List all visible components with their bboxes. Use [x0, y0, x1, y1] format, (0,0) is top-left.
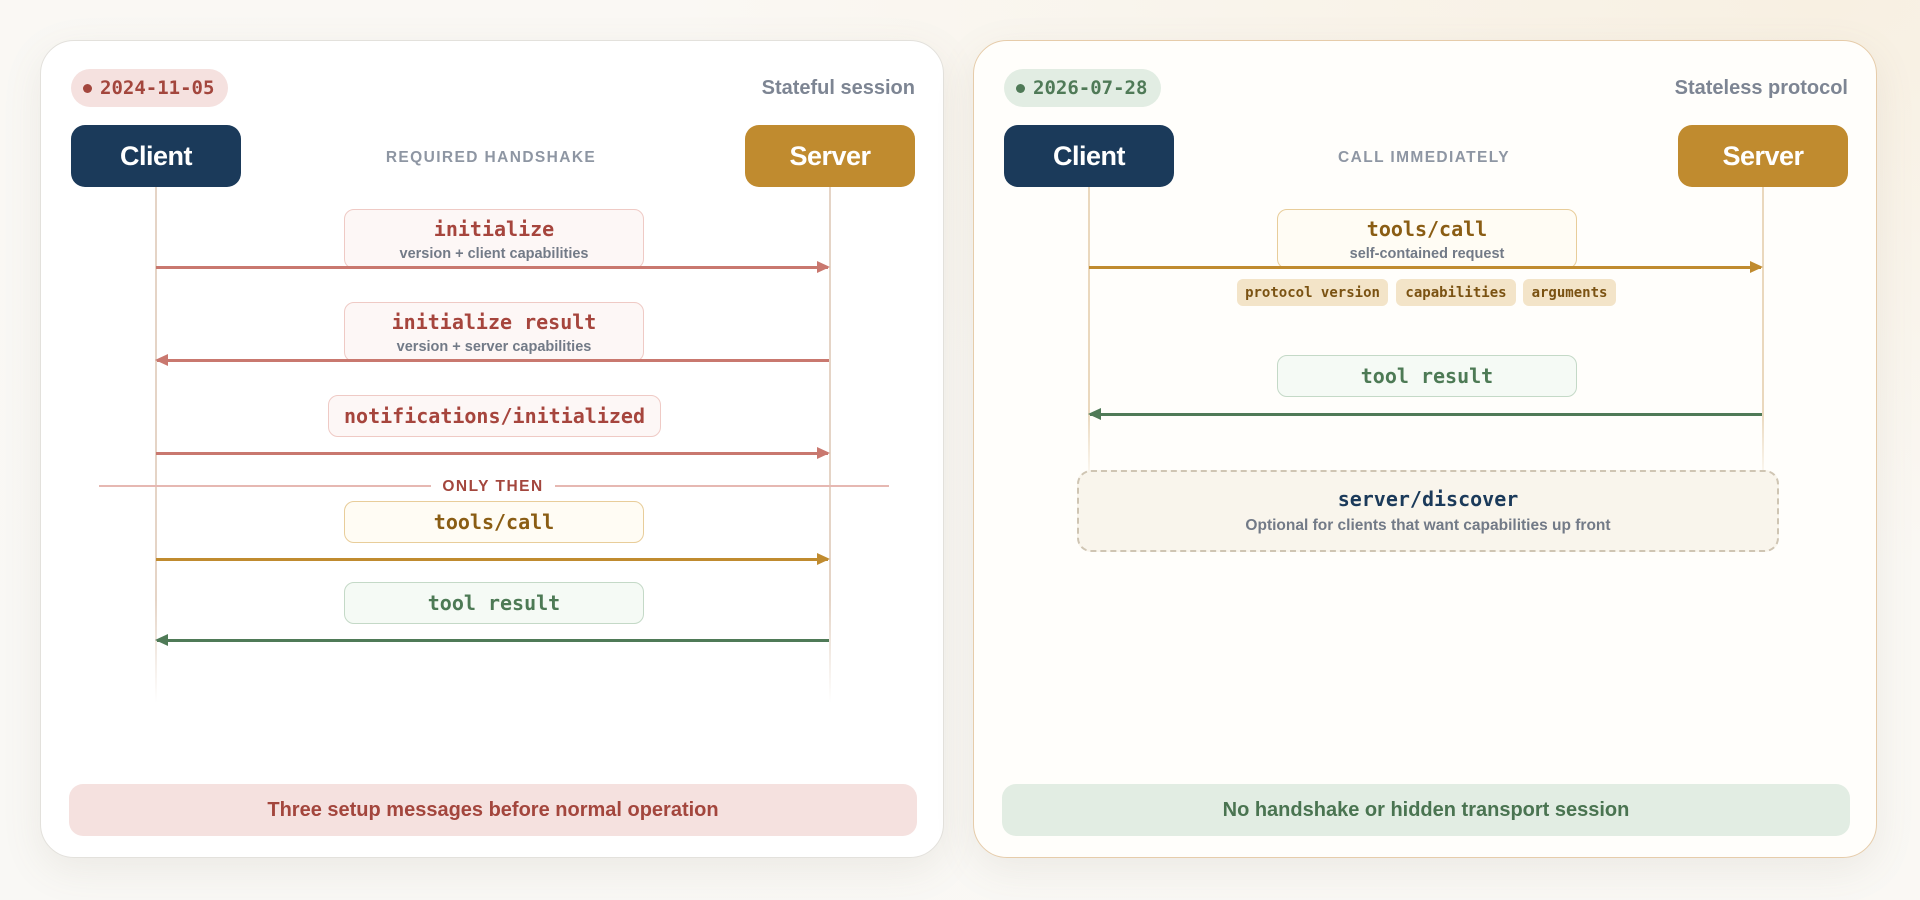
message-label: initialize — [433, 216, 555, 241]
stateless-panel: 2026-07-28 Stateless protocol Client CAL… — [973, 40, 1877, 858]
client-lifeline — [1088, 187, 1090, 487]
message-sublabel: version + client capabilities — [399, 245, 589, 262]
tools-call-message: tools/call — [344, 501, 644, 543]
only-then-label: ONLY THEN — [431, 478, 555, 496]
initialize-message: initialize version + client capabilities — [344, 209, 644, 269]
discover-sublabel: Optional for clients that want capabilit… — [1245, 517, 1611, 534]
result-arrow — [155, 634, 829, 646]
response-arrow — [155, 354, 829, 366]
server-discover-option: server/discover Optional for clients tha… — [1077, 470, 1779, 552]
call-arrow — [156, 553, 830, 565]
panel-title: Stateful session — [761, 77, 915, 99]
message-label: tool result — [427, 591, 561, 615]
version-date: 2026-07-28 — [1033, 77, 1148, 99]
server-actor: Server — [745, 125, 915, 187]
client-actor: Client — [71, 125, 241, 187]
client-actor: Client — [1004, 125, 1174, 187]
panel-title: Stateless protocol — [1674, 77, 1848, 99]
version-date: 2024-11-05 — [100, 77, 215, 99]
notification-arrow — [156, 447, 830, 459]
tool-result-message: tool result — [1277, 355, 1577, 397]
arguments-chip: arguments — [1523, 279, 1616, 306]
status-dot-icon — [83, 83, 92, 93]
version-badge: 2024-11-05 — [71, 69, 229, 107]
capabilities-chip: capabilities — [1396, 279, 1516, 306]
discover-label: server/discover — [1337, 487, 1519, 511]
result-arrow — [1088, 408, 1762, 420]
version-badge: 2026-07-28 — [1004, 69, 1162, 107]
status-dot-icon — [1016, 83, 1025, 93]
client-lifeline — [155, 187, 157, 703]
tool-result-message: tool result — [344, 582, 644, 624]
message-label: tool result — [1360, 364, 1494, 388]
initialize-result-message: initialize result version + server capab… — [344, 302, 644, 362]
server-actor: Server — [1678, 125, 1848, 187]
server-lifeline — [1762, 187, 1764, 487]
mode-label: CALL IMMEDIATELY — [1338, 149, 1510, 166]
message-sublabel: self-contained request — [1349, 245, 1505, 262]
message-label: tools/call — [433, 510, 555, 534]
message-label: initialize result — [391, 309, 597, 334]
summary-footer: No handshake or hidden transport session — [1002, 784, 1850, 836]
message-sublabel: version + server capabilities — [396, 338, 592, 355]
tools-call-message: tools/call self-contained request — [1277, 209, 1577, 269]
mode-label: REQUIRED HANDSHAKE — [385, 149, 597, 166]
message-label: tools/call — [1366, 216, 1488, 241]
protocol-version-chip: protocol version — [1237, 279, 1388, 306]
call-arrow — [1089, 261, 1763, 273]
message-label: notifications/initialized — [343, 404, 646, 428]
request-arrow — [156, 261, 830, 273]
initialized-notification: notifications/initialized — [328, 395, 661, 437]
summary-footer: Three setup messages before normal opera… — [69, 784, 917, 836]
stateful-panel: 2024-11-05 Stateful session Client REQUI… — [40, 40, 944, 858]
